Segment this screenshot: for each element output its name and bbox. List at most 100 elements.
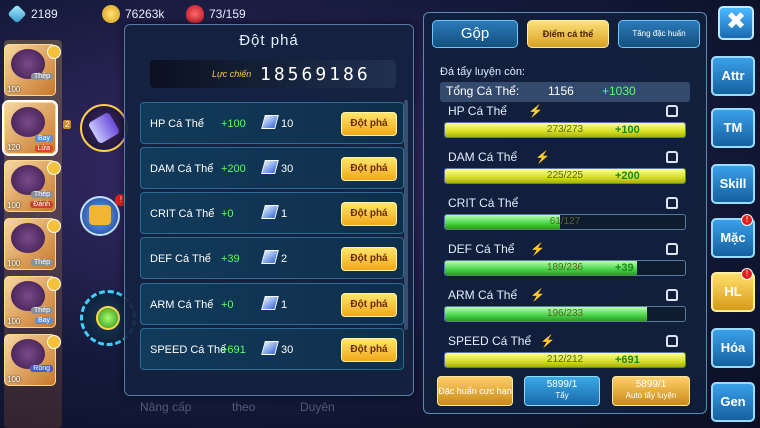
stat-name: DAM Cá Thể (150, 163, 214, 175)
stat-bar-row: CRIT Cá Thể 61/127 (440, 196, 690, 240)
tab-special-training[interactable]: Tăng đặc huấn (618, 20, 700, 48)
breakthrough-button[interactable]: Đột phá (341, 157, 397, 181)
bar-value: 225/225 (546, 170, 584, 181)
type-tag: Rồng (30, 365, 53, 372)
stat-bonus: +0 (221, 208, 234, 220)
gem-counter: 2189 (7, 4, 58, 24)
breakthrough-row: DAM Cá Thể +200 30 Đột phá (140, 147, 404, 189)
bar-value: 212/212 (546, 354, 584, 365)
lock-toggle-icon[interactable] (666, 243, 678, 255)
extreme-training-button[interactable]: Đặc huấn cực hạn (437, 376, 513, 406)
stat-name: DEF Cá Thể (448, 242, 515, 256)
gem-icon (7, 4, 27, 24)
type-tag: Bay (34, 317, 53, 324)
type-tag: Thép (31, 307, 53, 314)
hero-card-selected[interactable]: Bay Lửa 120 (2, 100, 58, 156)
lock-toggle-icon[interactable] (666, 335, 678, 347)
side-tab-hóa[interactable]: Hóa (711, 328, 755, 368)
stamina-counter: 73/159 (186, 5, 246, 23)
breakthrough-button[interactable]: Đột phá (341, 247, 397, 271)
hero-card[interactable]: Rồng 100 (4, 334, 61, 386)
auto-wash-count: 5899/1 (635, 379, 667, 390)
gold-value: 76263k (125, 7, 165, 21)
bg-label: Duyên (300, 400, 335, 414)
breakthrough-row: DEF Cá Thể +39 2 Đột phá (140, 237, 404, 279)
stamina-icon (186, 5, 204, 23)
hero-portrait (11, 223, 45, 253)
total-value: 1156 (548, 84, 574, 98)
lock-toggle-icon[interactable] (666, 105, 678, 117)
stat-bar-row: ARM Cá Thể ⚡ 196/233 (440, 288, 690, 332)
stat-progress-bar: 61/127 (444, 214, 686, 230)
breakthrough-button[interactable]: Đột phá (341, 202, 397, 226)
side-tab-skill[interactable]: Skill (711, 164, 755, 204)
close-button[interactable]: ✖ (718, 6, 754, 40)
lightning-icon: ⚡ (530, 288, 545, 302)
crystal-icon (261, 341, 279, 355)
alert-badge: ! (741, 268, 753, 280)
stat-bonus: +39 (221, 253, 240, 265)
lock-toggle-icon[interactable] (666, 151, 678, 163)
breakthrough-row: CRIT Cá Thể +0 1 Đột phá (140, 192, 404, 234)
bar-value: 273/273 (546, 124, 584, 135)
alert-badge: ! (741, 214, 753, 226)
lightning-icon: ⚡ (530, 242, 545, 256)
gold-counter: 76263k (102, 5, 164, 23)
tab-individual-points[interactable]: Điểm cá thể (527, 20, 609, 48)
side-tab-gen[interactable]: Gen (711, 382, 755, 422)
hero-card[interactable]: Thép Bay 100 (4, 276, 61, 328)
hero-level: 100 (7, 375, 21, 384)
breakthrough-button[interactable]: Đột phá (341, 293, 397, 317)
stat-name: HP Cá Thể (448, 104, 507, 118)
total-label: Tổng Cá Thể: (446, 84, 520, 98)
stat-bonus: +0 (221, 299, 234, 311)
breakthrough-button[interactable]: Đột phá (341, 338, 397, 362)
combat-power-value: 18569186 (260, 64, 371, 85)
type-tag: Bay (34, 135, 53, 142)
bar-value: 196/233 (546, 308, 584, 319)
bag-icon (89, 205, 111, 225)
panel-title: Đột phá (239, 32, 299, 49)
lock-icon (47, 219, 61, 233)
stat-name: DAM Cá Thể (448, 150, 518, 164)
hero-level: 100 (7, 201, 21, 210)
bar-bonus: +691 (615, 354, 640, 366)
breakthrough-row: ARM Cá Thể +0 1 Đột phá (140, 283, 404, 325)
bar-value: 61/127 (549, 216, 581, 227)
crystal-qty: 30 (281, 163, 294, 175)
lock-icon (47, 45, 61, 59)
type-tag: Đánh (30, 201, 53, 208)
type-tag: Thép (31, 191, 53, 198)
stat-progress-bar: 196/233 (444, 306, 686, 322)
stat-bar-row: DAM Cá Thể ⚡ 225/225 +200 (440, 150, 690, 194)
tab-merge[interactable]: Gộp (432, 20, 518, 48)
side-tab-attr[interactable]: Attr (711, 56, 755, 96)
crystal-icon (261, 160, 279, 174)
lock-toggle-icon[interactable] (666, 197, 678, 209)
side-tab-tm[interactable]: TM (711, 108, 755, 148)
hero-card[interactable]: Thép 100 (4, 44, 61, 96)
stat-bar-row: DEF Cá Thể ⚡ 189/236 +39 (440, 242, 690, 286)
extreme-training-label: Đặc huấn cực hạn (438, 386, 512, 396)
hero-card[interactable]: Thép Đánh 100 (4, 160, 61, 212)
stat-progress-bar: 189/236 +39 (444, 260, 686, 276)
crystal-icon (261, 250, 279, 264)
wash-button[interactable]: 5899/1 Tẩy (524, 376, 600, 406)
hero-card[interactable]: Thép 100 (4, 218, 61, 270)
hero-level: 100 (7, 85, 21, 94)
stat-name: CRIT Cá Thể (150, 208, 215, 220)
remaining-stones-label: Đá tẩy luyện còn: (440, 66, 525, 78)
hero-level: 120 (7, 143, 21, 152)
auto-wash-button[interactable]: 5899/1 Auto tẩy luyện (612, 376, 690, 406)
breakthrough-button[interactable]: Đột phá (341, 112, 397, 136)
crystal-icon (261, 205, 279, 219)
crystal-qty: 1 (281, 299, 288, 311)
equip-level: 2 (63, 120, 72, 129)
stat-progress-bar: 273/273 +100 (444, 122, 686, 138)
scrollbar-thumb[interactable] (404, 100, 408, 330)
stat-name: HP Cá Thể (150, 118, 205, 130)
crystal-qty: 10 (281, 118, 294, 130)
lock-toggle-icon[interactable] (666, 289, 678, 301)
bar-bonus: +200 (615, 170, 640, 182)
hero-level: 100 (7, 317, 21, 326)
